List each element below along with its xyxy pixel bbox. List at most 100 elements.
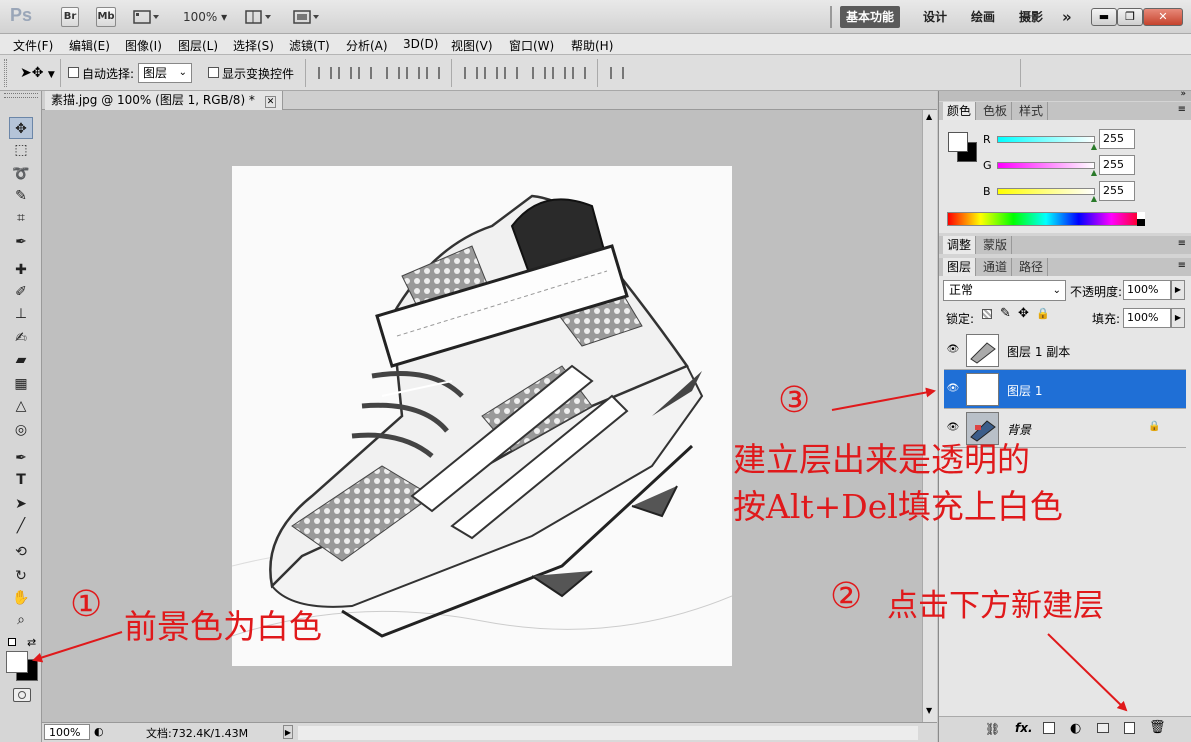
zoom-level-dropdown[interactable]: 100% ▾ (183, 10, 227, 24)
menu-edit[interactable]: 编辑(E) (69, 37, 110, 54)
workspace-photography[interactable]: 摄影 (1013, 6, 1049, 28)
menu-select[interactable]: 选择(S) (233, 37, 274, 54)
workspace-design[interactable]: 设计 (917, 6, 953, 28)
distribute-top-icon[interactable] (464, 67, 478, 79)
brush-tool[interactable]: ✐ (9, 281, 33, 303)
minimize-button[interactable]: ▬ (1091, 8, 1117, 26)
pen-tool[interactable]: ✒ (9, 447, 33, 469)
distribute-bottom-icon[interactable] (504, 67, 518, 79)
tab-paths[interactable]: 路径 (1015, 258, 1049, 276)
tool-preset-picker[interactable]: ➤✥ ▼ (20, 65, 55, 81)
default-colors-icon[interactable] (8, 638, 16, 646)
3d-rotate-tool[interactable]: ⟲ (9, 541, 33, 563)
foreground-color-chip[interactable] (948, 132, 968, 152)
tab-styles[interactable]: 样式 (1015, 102, 1049, 120)
marquee-tool[interactable]: ⬚ (9, 139, 33, 161)
restore-button[interactable]: ❐ (1117, 8, 1143, 26)
status-menu-arrow[interactable]: ▶ (283, 725, 293, 739)
distribute-left-icon[interactable] (532, 67, 546, 79)
fill-arrow[interactable]: ▶ (1171, 308, 1185, 328)
white-swatch[interactable] (1137, 212, 1145, 219)
grip-handle[interactable] (4, 59, 7, 87)
gradient-tool[interactable]: ▦ (9, 373, 33, 395)
auto-select-dropdown[interactable]: 图层 ⌄ (138, 63, 192, 83)
menu-filter[interactable]: 滤镜(T) (289, 37, 330, 54)
lock-pixels-icon[interactable]: ✎ (1000, 306, 1011, 321)
layer-row-selected[interactable]: 👁 图层 1 (944, 370, 1186, 409)
foreground-color-swatch[interactable] (6, 651, 28, 673)
clone-stamp-tool[interactable]: ⊥ (9, 303, 33, 325)
status-info-icon[interactable]: ◐ (94, 725, 104, 738)
crop-tool[interactable]: ⌗ (9, 207, 33, 229)
sketch-shoe-image[interactable] (232, 166, 732, 666)
mini-bridge-button[interactable]: Mb (96, 7, 116, 27)
tab-swatches[interactable]: 色板 (979, 102, 1013, 120)
workspace-painting[interactable]: 绘画 (965, 6, 1001, 28)
close-tab-icon[interactable]: ✕ (264, 96, 277, 108)
move-tool[interactable]: ✥ (9, 117, 33, 139)
blue-value-input[interactable]: 255 (1099, 181, 1135, 201)
red-slider[interactable]: ▲ (997, 136, 1097, 151)
dock-header[interactable]: » (939, 89, 1191, 101)
opacity-arrow[interactable]: ▶ (1171, 280, 1185, 300)
menu-layer[interactable]: 图层(L) (178, 37, 218, 54)
tools-panel-grip[interactable] (4, 93, 38, 98)
3d-orbit-tool[interactable]: ↻ (9, 565, 33, 587)
panel-menu-icon[interactable]: ≡ (1178, 260, 1186, 271)
eraser-tool[interactable]: ▰ (9, 349, 33, 371)
document-tab[interactable]: 素描.jpg @ 100% (图层 1, RGB/8) * ✕ (45, 91, 284, 110)
fx-icon[interactable]: fx. (1015, 721, 1033, 735)
layer-row-copy[interactable]: 👁 图层 1 副本 (944, 331, 1186, 370)
adjustment-layer-icon[interactable]: ◐ (1070, 721, 1081, 736)
line-tool[interactable]: ╱ (9, 515, 33, 537)
lasso-tool[interactable]: ➰ (9, 163, 33, 185)
tab-masks[interactable]: 蒙版 (979, 236, 1013, 254)
slider-thumb-icon[interactable]: ▲ (1091, 142, 1097, 151)
align-vcenter-icon[interactable] (338, 67, 352, 79)
zoom-field[interactable]: 100% (44, 724, 90, 740)
blur-tool[interactable]: △ (9, 395, 33, 417)
scroll-up-icon[interactable]: ▲ (926, 112, 932, 121)
screen-mode-dropdown[interactable] (293, 9, 321, 25)
workspace-essentials[interactable]: 基本功能 (840, 6, 901, 28)
delete-layer-icon[interactable]: 🗑 (1149, 720, 1166, 735)
eyedropper-tool[interactable]: ✒ (9, 231, 33, 253)
distribute-vcenter-icon[interactable] (484, 67, 498, 79)
distribute-right-icon[interactable] (572, 67, 586, 79)
auto-select-checkbox[interactable] (68, 67, 79, 78)
menu-window[interactable]: 窗口(W) (509, 37, 554, 54)
panel-menu-icon[interactable]: ≡ (1178, 238, 1186, 249)
hand-tool[interactable]: ✋ (9, 587, 33, 609)
align-right-icon[interactable] (426, 67, 440, 79)
align-left-icon[interactable] (386, 67, 400, 79)
path-selection-tool[interactable]: ➤ (9, 493, 33, 515)
collapse-icon[interactable]: » (1180, 89, 1186, 99)
align-bottom-icon[interactable] (358, 67, 372, 79)
tab-layers[interactable]: 图层 (943, 258, 977, 276)
menu-3d[interactable]: 3D(D) (403, 37, 438, 51)
quick-selection-tool[interactable]: ✎ (9, 185, 33, 207)
menu-image[interactable]: 图像(I) (125, 37, 162, 54)
menu-analysis[interactable]: 分析(A) (346, 37, 388, 54)
zoom-tool[interactable]: ⌕ (9, 609, 33, 631)
color-spectrum-bar[interactable] (947, 212, 1145, 226)
eye-icon[interactable]: 👁 (946, 382, 960, 396)
blend-mode-dropdown[interactable]: 正常 ⌄ (943, 280, 1066, 301)
swap-colors-icon[interactable]: ⇄ (27, 636, 36, 649)
align-top-icon[interactable] (318, 67, 332, 79)
blue-slider[interactable]: ▲ (997, 188, 1097, 203)
bridge-button[interactable]: Br (61, 7, 79, 27)
green-slider[interactable]: ▲ (997, 162, 1097, 177)
lock-all-icon[interactable]: 🔒 (1036, 307, 1050, 320)
horizontal-scrollbar[interactable] (298, 726, 918, 740)
link-layers-icon[interactable]: ⛓ (985, 722, 1000, 736)
close-button[interactable]: ✕ (1143, 8, 1183, 26)
red-value-input[interactable]: 255 (1099, 129, 1135, 149)
menu-view[interactable]: 视图(V) (451, 37, 493, 54)
opacity-input[interactable]: 100% (1123, 280, 1171, 300)
tab-color[interactable]: 颜色 (943, 102, 977, 120)
eye-icon[interactable]: 👁 (946, 343, 960, 357)
view-extras-dropdown[interactable] (133, 9, 159, 25)
new-group-icon[interactable] (1097, 723, 1109, 733)
lock-transparency-icon[interactable] (982, 309, 992, 319)
